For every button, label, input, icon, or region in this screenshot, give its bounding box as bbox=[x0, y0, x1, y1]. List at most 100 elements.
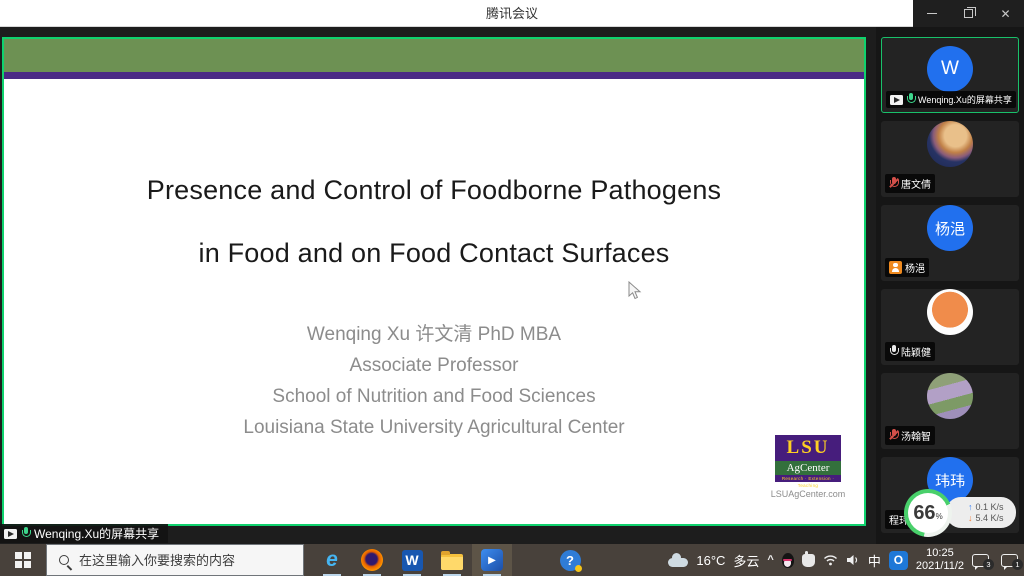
shared-screen-region: Presence and Control of Foodborne Pathog… bbox=[2, 37, 866, 526]
taskbar-spacer bbox=[512, 544, 550, 576]
windows-logo-icon bbox=[15, 552, 31, 568]
slide-author-block: Wenqing Xu 许文清 PhD MBA Associate Profess… bbox=[4, 319, 864, 443]
participant-name: 唐文倩 bbox=[901, 176, 931, 191]
chat-badge: 3 bbox=[983, 559, 994, 570]
lsu-website-text: LSUAgCenter.com bbox=[749, 489, 867, 499]
slide-green-band bbox=[4, 39, 864, 72]
upload-speed-value: 0.1 K/s bbox=[976, 502, 1004, 512]
mouse-cursor bbox=[628, 281, 642, 305]
taskbar-app-icons: e W ▶ ? bbox=[312, 544, 590, 576]
author-school: School of Nutrition and Food Sciences bbox=[4, 381, 864, 412]
start-button[interactable] bbox=[0, 544, 46, 576]
chat-tray-icon[interactable]: 3 bbox=[972, 554, 989, 567]
slide-body: Presence and Control of Foodborne Pathog… bbox=[4, 79, 864, 524]
windows-taskbar: e W ▶ ? 16°C 多云 ^ bbox=[0, 544, 1024, 576]
tencent-meeting-window: 腾讯会议 ✕ Presence and Control of Foodborne… bbox=[0, 0, 1024, 576]
clock-date: 2021/11/2 bbox=[916, 560, 964, 573]
participant-tile-tanghanzhi[interactable]: 汤翰智 bbox=[881, 373, 1019, 449]
weather-cloud-icon[interactable] bbox=[668, 558, 688, 567]
restore-button[interactable] bbox=[950, 0, 987, 27]
participant-tile-wenqing[interactable]: W Wenqing.Xu的屏幕共享 bbox=[881, 37, 1019, 113]
folder-icon bbox=[441, 554, 463, 570]
upload-speed-row: ↑ 0.1 K/s bbox=[968, 502, 1016, 512]
download-arrow-icon: ↓ bbox=[968, 513, 973, 523]
avatar bbox=[927, 373, 973, 419]
slide-title-line1: Presence and Control of Foodborne Pathog… bbox=[4, 79, 864, 206]
volume-icon[interactable] bbox=[846, 554, 860, 566]
author-name: Wenqing Xu 许文清 PhD MBA bbox=[4, 319, 864, 350]
avatar bbox=[927, 121, 973, 167]
screen-share-icon bbox=[4, 529, 17, 539]
share-banner-label: Wenqing.Xu的屏幕共享 bbox=[34, 525, 159, 542]
screen-share-icon bbox=[890, 95, 903, 105]
wifi-icon[interactable] bbox=[823, 554, 838, 566]
search-icon bbox=[59, 555, 69, 565]
taskbar-clock[interactable]: 10:25 2021/11/2 bbox=[916, 547, 964, 573]
close-button[interactable]: ✕ bbox=[987, 0, 1024, 27]
minimize-button[interactable] bbox=[913, 0, 950, 27]
help-icon: ? bbox=[560, 550, 581, 571]
firefox-button[interactable] bbox=[352, 544, 392, 576]
participant-tile-yangyi[interactable]: 杨浥 杨浥 bbox=[881, 205, 1019, 281]
participant-tile-luyingjian[interactable]: 陆颖健 bbox=[881, 289, 1019, 365]
file-explorer-button[interactable] bbox=[432, 544, 472, 576]
ie-browser-button[interactable]: e bbox=[312, 544, 352, 576]
tray-expand-icon[interactable]: ^ bbox=[767, 554, 773, 566]
tray-hand-icon[interactable] bbox=[802, 554, 815, 567]
word-icon: W bbox=[402, 550, 423, 571]
upload-arrow-icon: ↑ bbox=[968, 502, 973, 512]
author-title: Associate Professor bbox=[4, 350, 864, 381]
participant-name: 陆颖健 bbox=[901, 344, 931, 359]
participant-name: 汤翰智 bbox=[901, 428, 931, 443]
search-input[interactable] bbox=[79, 553, 289, 568]
video-app-icon: ▶ bbox=[481, 549, 503, 571]
download-speed-value: 5.4 K/s bbox=[976, 513, 1004, 523]
weather-condition[interactable]: 多云 bbox=[733, 551, 759, 570]
action-center-icon[interactable]: 1 bbox=[1001, 554, 1018, 567]
participant-name-bar: 陆颖健 bbox=[885, 342, 935, 361]
network-speed-overlay[interactable]: ↑ 0.1 K/s ↓ 5.4 K/s bbox=[946, 497, 1016, 528]
window-title: 腾讯会议 bbox=[0, 0, 1024, 27]
mic-on-icon bbox=[906, 93, 915, 106]
word-button[interactable]: W bbox=[392, 544, 432, 576]
avatar bbox=[927, 289, 973, 335]
participant-name-bar: Wenqing.Xu的屏幕共享 bbox=[886, 91, 1016, 108]
lsu-logo-letters: LSU bbox=[775, 435, 841, 461]
participant-name: Wenqing.Xu的屏幕共享 bbox=[918, 93, 1012, 106]
firefox-icon bbox=[361, 549, 383, 571]
mic-on-icon bbox=[889, 345, 898, 358]
screen-share-status-banner: Wenqing.Xu的屏幕共享 bbox=[0, 524, 168, 543]
clock-time: 10:25 bbox=[916, 547, 964, 560]
lsu-agcenter-logo: LSU AgCenter Research · Extension · Teac… bbox=[775, 435, 841, 482]
weather-temperature[interactable]: 16°C bbox=[696, 553, 725, 568]
slide-purple-stripe bbox=[4, 72, 864, 79]
tray-o-app-icon[interactable]: O bbox=[889, 551, 908, 570]
battery-percent-overlay[interactable]: 66 % bbox=[904, 489, 952, 537]
participant-tile-tangwenqian[interactable]: 唐文倩 bbox=[881, 121, 1019, 197]
mic-on-icon bbox=[21, 527, 30, 540]
member-person-icon bbox=[889, 261, 902, 274]
participant-name-bar: 杨浥 bbox=[885, 258, 929, 277]
participants-sidebar: W Wenqing.Xu的屏幕共享 唐文倩 杨浥 杨浥 bbox=[876, 27, 1024, 544]
get-help-button[interactable]: ? bbox=[550, 544, 590, 576]
participant-name-bar: 唐文倩 bbox=[885, 174, 935, 193]
taskbar-search[interactable] bbox=[46, 544, 304, 576]
minimize-icon bbox=[927, 13, 937, 14]
battery-percent-unit: % bbox=[936, 512, 943, 521]
input-method-indicator[interactable]: 中 bbox=[868, 551, 881, 570]
mic-muted-icon bbox=[889, 177, 898, 190]
video-app-button[interactable]: ▶ bbox=[472, 544, 512, 576]
qq-penguin-icon[interactable] bbox=[782, 553, 794, 568]
notification-badge: 1 bbox=[1012, 559, 1023, 570]
lsu-logo-tagline: Research · Extension · Teaching bbox=[775, 475, 841, 482]
battery-percent-core: 66 % bbox=[908, 493, 948, 533]
ie-icon: e bbox=[326, 549, 338, 571]
slide-title-line2: in Food and on Food Contact Surfaces bbox=[4, 206, 864, 269]
window-controls: ✕ bbox=[913, 0, 1024, 27]
restore-icon bbox=[964, 9, 973, 18]
battery-percent-value: 66 bbox=[913, 493, 935, 533]
mic-muted-icon bbox=[889, 429, 898, 442]
title-bar: 腾讯会议 ✕ bbox=[0, 0, 1024, 27]
author-university: Louisiana State University Agricultural … bbox=[4, 412, 864, 443]
download-speed-row: ↓ 5.4 K/s bbox=[968, 513, 1016, 523]
